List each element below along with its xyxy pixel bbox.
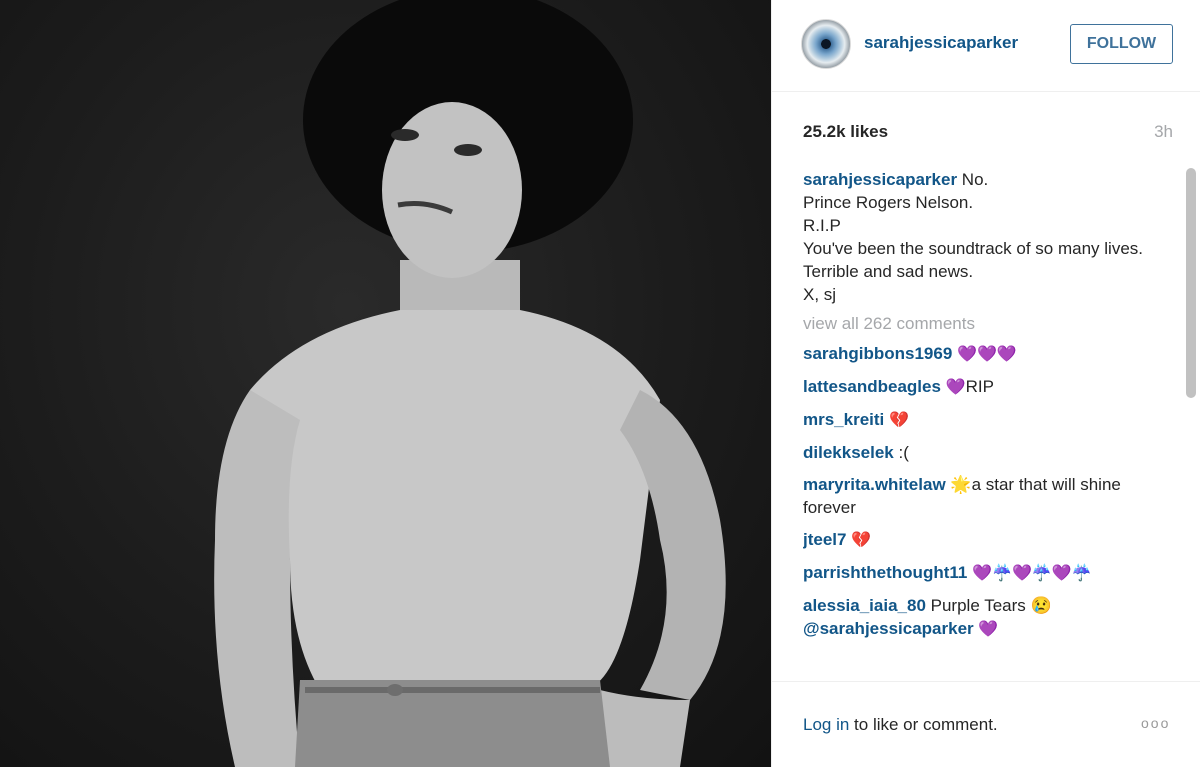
purple-heart-umbrella-icon: 💜☔💜☔💜☔ (972, 565, 1092, 582)
avatar[interactable] (801, 19, 851, 69)
more-options-icon[interactable]: ooo (1141, 715, 1170, 731)
caption-line: R.I.P (803, 216, 841, 235)
post-time[interactable]: 3h (1154, 122, 1173, 142)
comment-item: jteel7 💔 (803, 528, 1173, 552)
purple-heart-icon: 💜💜💜 (957, 346, 1017, 363)
login-prompt: Log in to like or comment. (803, 715, 998, 735)
comment-username[interactable]: sarahgibbons1969 (803, 344, 952, 363)
comments-scrollbar[interactable] (1186, 168, 1196, 398)
crying-face-icon: 😢 (1030, 596, 1052, 615)
comment-username[interactable]: parrishthethought11 (803, 563, 967, 582)
post-footer: Log in to like or comment. ooo (772, 681, 1200, 767)
comment-username[interactable]: dilekkselek (803, 443, 894, 462)
caption-line: X, sj (803, 285, 837, 304)
comment-item: maryrita.whitelaw 🌟a star that will shin… (803, 473, 1173, 519)
login-link[interactable]: Log in (803, 715, 849, 734)
comment-item: sarahgibbons1969 💜💜💜 (803, 342, 1173, 366)
comment-text: Purple Tears (930, 596, 1026, 615)
comment-username[interactable]: lattesandbeagles (803, 377, 941, 396)
comments-section: sarahjessicaparker No. Prince Rogers Nel… (803, 168, 1173, 681)
comment-username[interactable]: mrs_kreiti (803, 410, 884, 429)
caption: sarahjessicaparker No. Prince Rogers Nel… (803, 168, 1173, 306)
author-username[interactable]: sarahjessicaparker (864, 33, 1018, 53)
broken-heart-icon: 💔 (889, 412, 909, 429)
post-photo[interactable] (0, 0, 771, 767)
comment-item: dilekkselek :( (803, 441, 1173, 464)
view-all-comments-link[interactable]: view all 262 comments (803, 312, 1173, 335)
follow-button[interactable]: FOLLOW (1070, 24, 1173, 64)
comment-item: mrs_kreiti 💔 (803, 408, 1173, 432)
comment-username[interactable]: maryrita.whitelaw (803, 475, 946, 494)
glowing-star-icon: 🌟 (950, 475, 972, 494)
post-meta: 25.2k likes 3h (803, 122, 1173, 146)
portrait-illustration (214, 0, 726, 767)
broken-heart-icon: 💔 (851, 532, 872, 549)
mention-link[interactable]: @sarahjessicaparker (803, 619, 974, 638)
comment-item: parrishthethought11 💜☔💜☔💜☔ (803, 561, 1173, 585)
caption-line: You've been the soundtrack of so many li… (803, 239, 1143, 258)
comment-text: :( (898, 443, 909, 462)
login-text: to like or comment. (849, 715, 998, 734)
comment-username[interactable]: jteel7 (803, 530, 846, 549)
likes-count[interactable]: 25.2k likes (803, 122, 888, 142)
comment-item: alessia_iaia_80 Purple Tears 😢 @sarahjes… (803, 594, 1173, 641)
post-header: sarahjessicaparker FOLLOW (772, 0, 1200, 92)
comment-text: RIP (965, 377, 994, 396)
purple-heart-icon: 💜 (978, 621, 999, 638)
caption-username[interactable]: sarahjessicaparker (803, 170, 957, 189)
comment-username[interactable]: alessia_iaia_80 (803, 596, 926, 615)
caption-line: No. (961, 170, 989, 189)
comment-item: lattesandbeagles 💜RIP (803, 375, 1173, 399)
caption-line: Prince Rogers Nelson. (803, 193, 974, 212)
purple-heart-icon: 💜 (945, 379, 966, 396)
caption-line: Terrible and sad news. (803, 262, 974, 281)
post-sidebar: sarahjessicaparker FOLLOW 25.2k likes 3h… (771, 0, 1200, 767)
